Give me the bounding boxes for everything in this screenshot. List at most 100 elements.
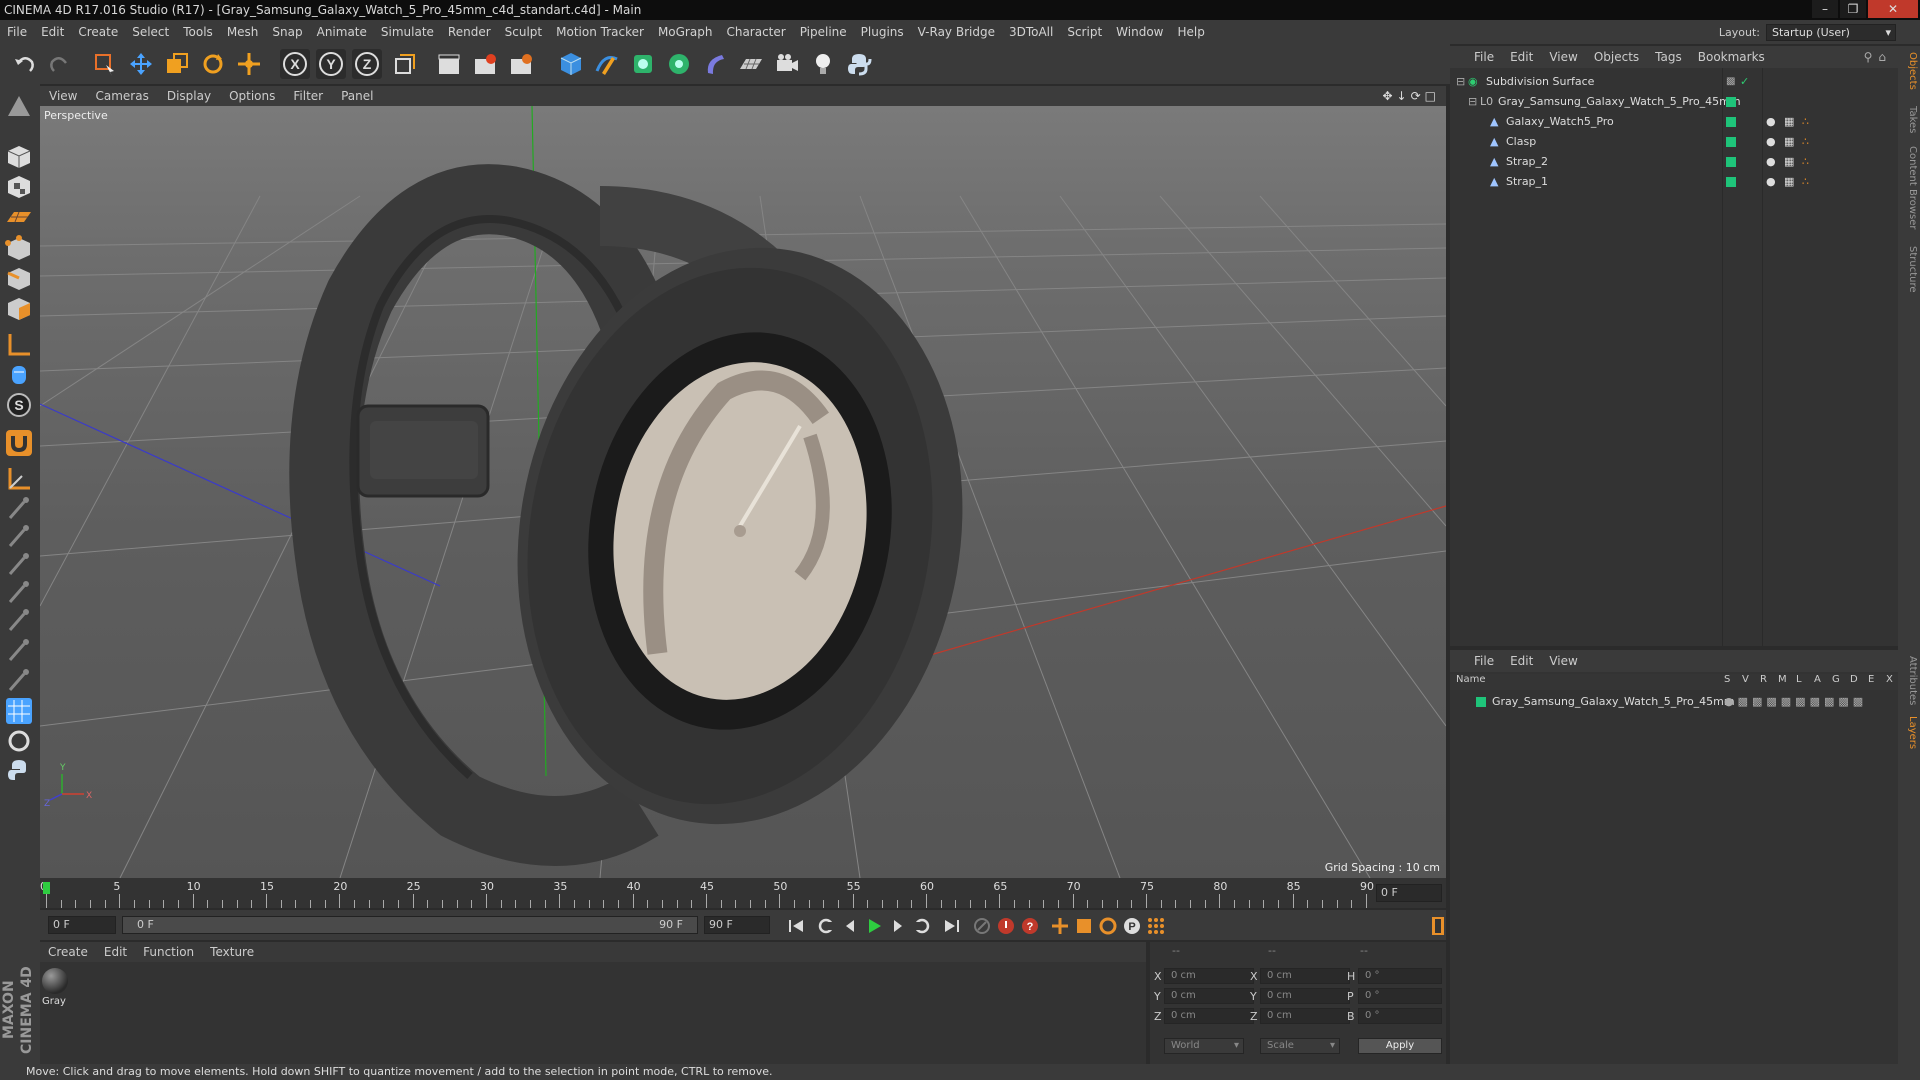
object-row-watch-group[interactable]: ⊟ L0 Gray_Samsung_Galaxy_Watch_5_Pro_45m…: [1450, 92, 1898, 112]
viewport-menu-panel[interactable]: Panel: [332, 89, 382, 103]
objects-menu-objects[interactable]: Objects: [1586, 50, 1647, 64]
object-row-galaxy-watch5-pro[interactable]: ▲ Galaxy_Watch5_Pro ● ▦ ∴: [1450, 112, 1898, 132]
material-menu-function[interactable]: Function: [135, 945, 202, 959]
y-axis-lock-button[interactable]: Y: [316, 49, 346, 79]
layer-color-swatch[interactable]: [1726, 137, 1736, 147]
coordinate-system-button[interactable]: [390, 49, 420, 79]
record-button[interactable]: [994, 914, 1018, 938]
objects-menu-tags[interactable]: Tags: [1647, 50, 1690, 64]
visibility-dots[interactable]: ▩: [1726, 72, 1735, 92]
menu-vray-bridge[interactable]: V-Ray Bridge: [911, 25, 1002, 39]
objects-menu-edit[interactable]: Edit: [1502, 50, 1541, 64]
model-mode-button[interactable]: [4, 142, 34, 172]
object-row-strap-2[interactable]: ▲ Strap_2 ● ▦ ∴: [1450, 152, 1898, 172]
minimize-button[interactable]: –: [1812, 0, 1838, 18]
menu-file[interactable]: File: [0, 25, 34, 39]
search-icon[interactable]: ⚲⌂: [1864, 50, 1898, 64]
material-tag-icon[interactable]: ●: [1766, 132, 1776, 152]
spline-pen-button[interactable]: [592, 49, 622, 79]
menu-edit[interactable]: Edit: [34, 25, 71, 39]
viewport-menu-options[interactable]: Options: [220, 89, 284, 103]
quantize-button[interactable]: [4, 464, 34, 494]
menu-character[interactable]: Character: [719, 25, 792, 39]
collapse-icon[interactable]: ⊟: [1468, 92, 1477, 112]
menu-3dtoall[interactable]: 3DToAll: [1002, 25, 1060, 39]
uv-tag-icon[interactable]: ▦: [1784, 152, 1794, 172]
sculpt-brush-2-button[interactable]: [4, 522, 34, 552]
menu-render[interactable]: Render: [441, 25, 498, 39]
selection-tag-icon[interactable]: ∴: [1802, 112, 1809, 132]
uv-tag-icon[interactable]: ▦: [1784, 172, 1794, 192]
menu-create[interactable]: Create: [71, 25, 125, 39]
objects-menu-view[interactable]: View: [1541, 50, 1585, 64]
python-console-button[interactable]: [4, 756, 34, 786]
key-pla-button[interactable]: [1144, 914, 1168, 938]
objects-menu-file[interactable]: File: [1450, 50, 1502, 64]
current-frame-field[interactable]: 0 F: [1376, 884, 1442, 902]
material-menu-texture[interactable]: Texture: [202, 945, 262, 959]
light-button[interactable]: [808, 49, 838, 79]
layout-dropdown[interactable]: Startup (User) ▾: [1766, 23, 1896, 41]
menu-simulate[interactable]: Simulate: [374, 25, 441, 39]
rotation-p-field[interactable]: 0 °: [1358, 988, 1442, 1004]
apply-button[interactable]: Apply: [1358, 1038, 1442, 1054]
enabled-check-icon[interactable]: ✓: [1740, 72, 1749, 92]
menu-help[interactable]: Help: [1170, 25, 1211, 39]
magnet-deform-button[interactable]: [4, 726, 34, 756]
viewport-menu-cameras[interactable]: Cameras: [86, 89, 157, 103]
floor-button[interactable]: [736, 49, 766, 79]
sculpt-brush-6-button[interactable]: [4, 636, 34, 666]
layer-color-swatch[interactable]: [1726, 177, 1736, 187]
layer-row[interactable]: Gray_Samsung_Galaxy_Watch_5_Pro_45mm ●▩▩…: [1450, 692, 1898, 712]
layer-color-swatch[interactable]: [1726, 117, 1736, 127]
layer-color-swatch[interactable]: [1476, 697, 1486, 707]
menu-pipeline[interactable]: Pipeline: [793, 25, 854, 39]
deformer-button[interactable]: [700, 49, 730, 79]
viewport-menu-filter[interactable]: Filter: [284, 89, 332, 103]
menu-snap[interactable]: Snap: [265, 25, 309, 39]
sculpt-brush-4-button[interactable]: [4, 578, 34, 608]
menu-motion-tracker[interactable]: Motion Tracker: [549, 25, 651, 39]
layer-color-swatch[interactable]: [1726, 157, 1736, 167]
key-position-button[interactable]: [1048, 914, 1072, 938]
menu-select[interactable]: Select: [125, 25, 176, 39]
selection-tag-icon[interactable]: ∴: [1802, 172, 1809, 192]
viewport-menu-display[interactable]: Display: [158, 89, 220, 103]
selection-tag-icon[interactable]: ∴: [1802, 132, 1809, 152]
layer-flag-icons[interactable]: ●▩▩▩▩▩▩▩▩▩: [1724, 692, 1867, 712]
next-key-button[interactable]: [910, 914, 934, 938]
tab-content-browser[interactable]: Content Browser: [1900, 146, 1918, 229]
material-tag-icon[interactable]: ●: [1766, 112, 1776, 132]
grid-lock-button[interactable]: [4, 696, 34, 726]
live-selection-button[interactable]: [90, 49, 120, 79]
position-z-field[interactable]: 0 cm: [1164, 1008, 1254, 1024]
edges-mode-button[interactable]: [4, 264, 34, 294]
snapping-button[interactable]: [4, 428, 34, 458]
objects-menu-bookmarks[interactable]: Bookmarks: [1690, 50, 1773, 64]
rotate-tool-button[interactable]: [198, 49, 228, 79]
size-x-field[interactable]: 0 cm: [1260, 968, 1350, 984]
render-settings-button[interactable]: [506, 49, 536, 79]
tab-layers[interactable]: Layers: [1900, 716, 1918, 749]
render-picture-viewer-button[interactable]: [470, 49, 500, 79]
x-axis-lock-button[interactable]: X: [280, 49, 310, 79]
play-button[interactable]: [862, 914, 886, 938]
menu-tools[interactable]: Tools: [176, 25, 220, 39]
menu-mesh[interactable]: Mesh: [220, 25, 266, 39]
frame-range-slider[interactable]: 0 F 90 F: [122, 916, 698, 934]
menu-plugins[interactable]: Plugins: [854, 25, 911, 39]
menu-script[interactable]: Script: [1060, 25, 1109, 39]
axis-mode-button[interactable]: [4, 330, 34, 360]
tab-takes[interactable]: Takes: [1900, 106, 1918, 133]
previous-frame-button[interactable]: [838, 914, 862, 938]
max-frame-field[interactable]: 90 F: [704, 916, 770, 934]
tab-structure[interactable]: Structure: [1900, 246, 1918, 293]
move-tool-button[interactable]: [126, 49, 156, 79]
solo-mode-button[interactable]: S: [4, 390, 34, 420]
close-button[interactable]: ✕: [1868, 0, 1918, 18]
coordinate-space-dropdown[interactable]: World ▾: [1164, 1038, 1244, 1054]
size-y-field[interactable]: 0 cm: [1260, 988, 1350, 1004]
material-tag-icon[interactable]: ●: [1766, 172, 1776, 192]
key-rotation-button[interactable]: [1096, 914, 1120, 938]
sculpt-brush-7-button[interactable]: [4, 666, 34, 696]
